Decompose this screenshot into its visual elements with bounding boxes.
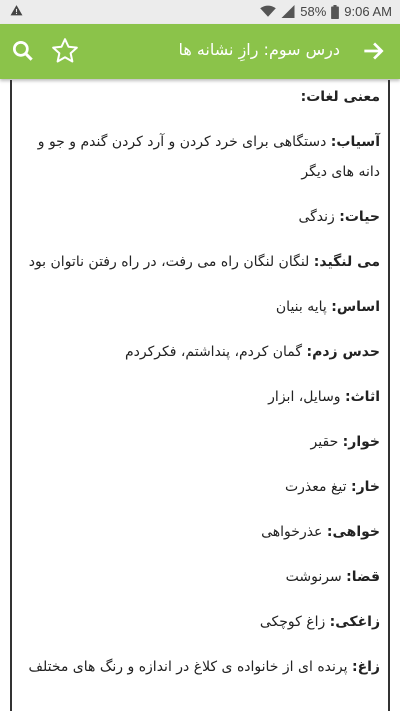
entry-term: اثاث: <box>345 389 380 405</box>
entry-term: خواهی: <box>326 524 380 540</box>
list-item: اساس: پایه بنیان <box>20 292 380 322</box>
entry-term: زاغ: <box>351 659 380 675</box>
battery-icon <box>331 4 340 19</box>
list-item: می لنگید: لنگان لنگان راه می رفت، در راه… <box>20 247 380 277</box>
search-icon[interactable] <box>10 38 36 64</box>
entry-definition: دستگاهی برای خرد کردن و آرد کردن گندم و … <box>37 134 380 180</box>
entry-definition: حقیر <box>310 434 343 450</box>
lesson-content[interactable]: معنی لغات: آسیاب: دستگاهی برای خرد کردن … <box>10 80 390 711</box>
list-item: زاغکی: زاغ کوچکی <box>20 607 380 637</box>
entry-definition: پرنده ای از خانواده ی کلاغ در اندازه و ر… <box>28 659 352 675</box>
clock: 9:06 AM <box>344 4 392 19</box>
entry-definition: عذرخواهی <box>261 524 327 540</box>
signal-icon <box>281 5 295 18</box>
entry-term: آسیاب: <box>330 134 380 150</box>
entry-term: حیات: <box>339 209 380 225</box>
list-item: خار: تیغ معذرت <box>20 472 380 502</box>
entry-definition: لنگان لنگان راه می رفت، در راه رفتن ناتو… <box>28 254 314 270</box>
entry-term: می لنگید: <box>313 254 380 270</box>
warning-icon <box>10 4 23 20</box>
list-item: خوار: حقیر <box>20 427 380 457</box>
list-item: آسیاب: دستگاهی برای خرد کردن و آرد کردن … <box>20 127 380 187</box>
entry-term: اساس: <box>331 299 380 315</box>
star-icon[interactable] <box>50 36 80 66</box>
list-item: خواهی: عذرخواهی <box>20 517 380 547</box>
entry-definition: سرنوشت <box>285 569 347 585</box>
entry-term: قضا: <box>346 569 380 585</box>
entry-term: زاغکی: <box>329 614 380 630</box>
vocab-heading: معنی لغات: <box>300 89 380 105</box>
entry-definition: گمان کردم، پنداشتم، فکرکردم <box>125 344 307 360</box>
list-item: زاغ: پرنده ای از خانواده ی کلاغ در انداز… <box>20 652 380 682</box>
entry-definition: وسایل، ابزار <box>268 389 346 405</box>
battery-percent: 58% <box>300 4 327 19</box>
entry-definition: زندگی <box>298 209 340 225</box>
entry-definition: تیغ معذرت <box>284 479 351 495</box>
entry-term: خوار: <box>342 434 380 450</box>
entry-definition: پایه بنیان <box>275 299 332 315</box>
entry-term: خار: <box>350 479 380 495</box>
status-right: 58% 9:06 AM <box>260 4 392 19</box>
back-arrow-icon[interactable] <box>360 38 386 64</box>
list-item: حدس زدم: گمان کردم، پنداشتم، فکرکردم <box>20 337 380 367</box>
list-item: حیات: زندگی <box>20 202 380 232</box>
list-item: اثاث: وسایل، ابزار <box>20 382 380 412</box>
entry-term: حدس زدم: <box>306 344 380 360</box>
wifi-icon <box>260 5 277 17</box>
list-item: قضا: سرنوشت <box>20 562 380 592</box>
entry-definition: زاغ کوچکی <box>259 614 330 630</box>
page-title: درس سوم: رازِ نشانه ها <box>178 40 340 59</box>
status-bar: 58% 9:06 AM <box>0 0 400 24</box>
app-bar: درس سوم: رازِ نشانه ها <box>0 24 400 79</box>
